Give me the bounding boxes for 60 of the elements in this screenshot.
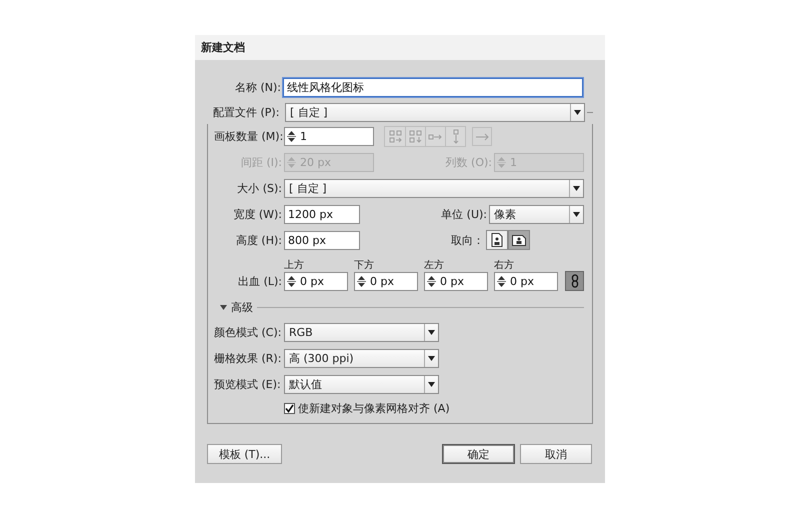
portrait-page-icon <box>491 233 503 247</box>
spinner-icon[interactable] <box>426 274 437 289</box>
dropdown[interactable]: RGB <box>284 322 439 342</box>
caret-icon <box>574 110 581 114</box>
field-label: 间距 (I): <box>240 155 283 170</box>
dropdown[interactable]: [ 自定 ] <box>285 102 585 122</box>
spinner-icon[interactable] <box>496 274 507 289</box>
field-label: 出血 (L): <box>237 274 283 290</box>
caret-icon <box>573 186 580 191</box>
field-label: 预览模式 (E): <box>214 376 282 392</box>
spin-field[interactable]: 0 px <box>284 272 348 291</box>
grid-arrow-icon <box>388 129 402 144</box>
spin-field[interactable]: 1 <box>284 127 374 146</box>
field-label: 画板数量 (M): <box>214 129 284 144</box>
checkbox[interactable] <box>284 402 295 414</box>
dropdown[interactable]: 默认值 <box>284 374 439 394</box>
disclosure-triangle-icon[interactable] <box>220 304 227 310</box>
input-field[interactable]: 1200 px <box>284 204 360 224</box>
field-caption: 右方 <box>494 259 514 272</box>
checkbox-label: 使新建对象与像素网格对齐 (A) <box>298 400 450 416</box>
field-label: 宽度 (W): <box>232 206 283 222</box>
spinner-icon[interactable] <box>356 274 367 289</box>
dropdown[interactable]: [ 自定 ] <box>284 179 584 198</box>
link-button[interactable] <box>565 271 584 291</box>
spinner-icon[interactable] <box>286 129 297 144</box>
field-label: 取向： <box>451 232 485 248</box>
caret-icon <box>428 330 435 334</box>
caret-icon <box>428 382 435 386</box>
field-caption: 左方 <box>424 259 444 272</box>
orientation-button[interactable] <box>508 230 530 250</box>
spin-field[interactable]: 0 px <box>354 272 418 291</box>
spin-field[interactable]: 0 px <box>494 272 558 291</box>
caret-icon <box>573 212 580 216</box>
spinner-icon[interactable] <box>286 274 297 289</box>
arrow-icon <box>475 132 489 140</box>
window-title: 新建文档 <box>201 40 245 55</box>
grid-arrow-icon <box>408 129 423 144</box>
input-field[interactable]: 800 px <box>284 230 360 250</box>
dropdown[interactable]: 高 (300 ppi) <box>284 348 439 368</box>
field-label: 栅格效果 (R): <box>214 350 282 366</box>
field-label: 列数 (O): <box>446 155 493 170</box>
caret-icon <box>428 356 435 360</box>
section-heading: 高级 <box>231 300 253 314</box>
chain-link-icon <box>570 274 578 288</box>
spin-field[interactable]: 0 px <box>424 272 488 291</box>
template-button[interactable]: 模板 (T)... <box>207 444 282 464</box>
field-label: 配置文件 (P): <box>213 104 280 120</box>
landscape-page-icon <box>512 234 526 246</box>
field-caption: 上方 <box>284 259 304 272</box>
field-label: 大小 (S): <box>236 181 283 196</box>
dropdown[interactable]: 像素 <box>489 204 584 224</box>
cancel-button[interactable]: 取消 <box>520 444 592 464</box>
ok-button[interactable]: 确定 <box>442 444 515 464</box>
field-label: 高度 (H): <box>234 232 283 248</box>
input-field[interactable]: 线性风格化图标 <box>283 78 583 96</box>
orientation-button[interactable] <box>486 230 508 250</box>
field-caption: 下方 <box>354 259 374 272</box>
field-label: 颜色模式 (C): <box>214 324 282 340</box>
field-label: 名称 (N): <box>234 80 282 94</box>
field-label: 单位 (U): <box>441 206 488 222</box>
